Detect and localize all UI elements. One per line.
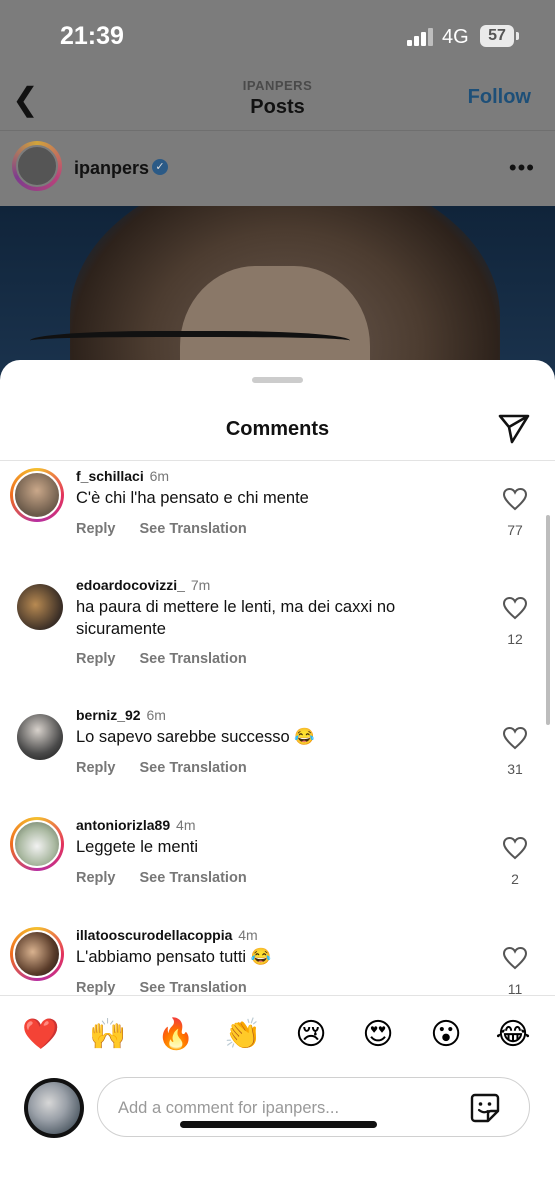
comment-input[interactable]	[116, 1078, 450, 1138]
like-count: 11	[507, 981, 523, 995]
sheet-grabber[interactable]	[252, 377, 303, 383]
comment-time: 6m	[146, 707, 166, 723]
comment-username[interactable]: edoardocovizzi_	[76, 577, 185, 593]
like-count: 77	[507, 522, 523, 538]
comment-time: 4m	[176, 817, 196, 833]
post-author-avatar[interactable]	[12, 141, 62, 191]
reply-button[interactable]: Reply	[76, 980, 116, 995]
emoji-heart-eyes-button[interactable]: 😍	[358, 1015, 398, 1055]
comments-scrollbar[interactable]	[546, 515, 550, 725]
see-translation-button[interactable]: See Translation	[140, 760, 247, 776]
sticker-icon[interactable]	[469, 1092, 501, 1124]
like-count: 12	[507, 631, 523, 647]
emoji-fire-button[interactable]: 🔥	[156, 1015, 196, 1055]
commenter-avatar[interactable]	[17, 714, 63, 760]
reply-button[interactable]: Reply	[76, 521, 116, 537]
heart-icon[interactable]	[502, 836, 528, 860]
comment-text: Leggete le menti	[76, 838, 199, 856]
reply-button[interactable]: Reply	[76, 760, 116, 776]
comment-text: C'è chi l'ha pensato e chi mente	[76, 489, 309, 507]
commenter-avatar[interactable]	[10, 468, 64, 522]
emoji-crying-button[interactable]: 😢	[291, 1015, 331, 1055]
emoji-heart-button[interactable]: ❤️	[21, 1015, 61, 1055]
heart-icon[interactable]	[502, 726, 528, 750]
comment-text: ha paura di mettere le lenti, ma dei cax…	[76, 598, 396, 638]
reply-button[interactable]: Reply	[76, 870, 116, 886]
comment-time: 4m	[238, 927, 258, 943]
comment-text: L'abbiamo pensato tutti 😂	[76, 948, 272, 966]
verified-badge-icon: ✓	[152, 159, 168, 175]
signal-icon	[407, 28, 433, 46]
heart-icon[interactable]	[502, 487, 528, 511]
comment-username[interactable]: antoniorizla89	[76, 817, 170, 833]
heart-icon[interactable]	[502, 596, 528, 620]
home-indicator[interactable]	[180, 1121, 377, 1128]
reply-button[interactable]: Reply	[76, 651, 116, 667]
comments-sheet: Comments f_schillaci 6m C'è chi l'ha pen…	[0, 360, 555, 1200]
like-count: 2	[511, 871, 519, 887]
comment-input-box[interactable]	[97, 1077, 530, 1138]
comment-text: Lo sapevo sarebbe successo 😂	[76, 728, 315, 746]
commenter-avatar[interactable]	[10, 927, 64, 981]
emoji-bar-divider	[0, 995, 555, 996]
comment-username[interactable]: berniz_92	[76, 707, 141, 723]
more-options-icon[interactable]: •••	[509, 155, 535, 181]
comment-composer	[0, 1075, 555, 1145]
commenter-avatar[interactable]	[10, 817, 64, 871]
battery-icon: 57	[480, 25, 514, 47]
emoji-laughing-button[interactable]: 😂	[493, 1015, 533, 1055]
comments-list[interactable]: f_schillaci 6m C'è chi l'ha pensato e ch…	[0, 460, 555, 995]
commenter-avatar[interactable]	[17, 584, 63, 630]
see-translation-button[interactable]: See Translation	[140, 521, 247, 537]
status-bar: 21:39 4G 57	[0, 0, 555, 70]
battery-tip	[516, 32, 519, 40]
see-translation-button[interactable]: See Translation	[140, 870, 247, 886]
status-time: 21:39	[60, 22, 124, 50]
emoji-raising-hands-button[interactable]: 🙌	[88, 1015, 128, 1055]
post-author-username[interactable]: ipanpers	[74, 158, 149, 179]
follow-button[interactable]: Follow	[468, 86, 531, 109]
emoji-clap-button[interactable]: 👏	[223, 1015, 263, 1055]
heart-icon[interactable]	[502, 946, 528, 970]
see-translation-button[interactable]: See Translation	[140, 980, 247, 995]
top-nav: ❮ IPANPERS Posts Follow	[0, 70, 555, 131]
comment-time: 7m	[190, 577, 211, 593]
post-header: ipanpers ✓ •••	[0, 131, 555, 206]
comment-username[interactable]: illatooscurodellacoppia	[76, 927, 232, 943]
quick-emoji-bar: ❤️ 🙌 🔥 👏 😢 😍 😮 😂	[0, 1015, 555, 1055]
comment-time: 6m	[149, 468, 170, 484]
sheet-title: Comments	[225, 418, 330, 440]
network-type: 4G	[442, 26, 469, 48]
like-count: 31	[507, 761, 523, 777]
comment-username[interactable]: f_schillaci	[76, 468, 144, 484]
emoji-surprised-button[interactable]: 😮	[426, 1015, 466, 1055]
share-icon[interactable]	[497, 412, 531, 444]
see-translation-button[interactable]: See Translation	[140, 651, 247, 667]
current-user-avatar[interactable]	[24, 1078, 84, 1138]
